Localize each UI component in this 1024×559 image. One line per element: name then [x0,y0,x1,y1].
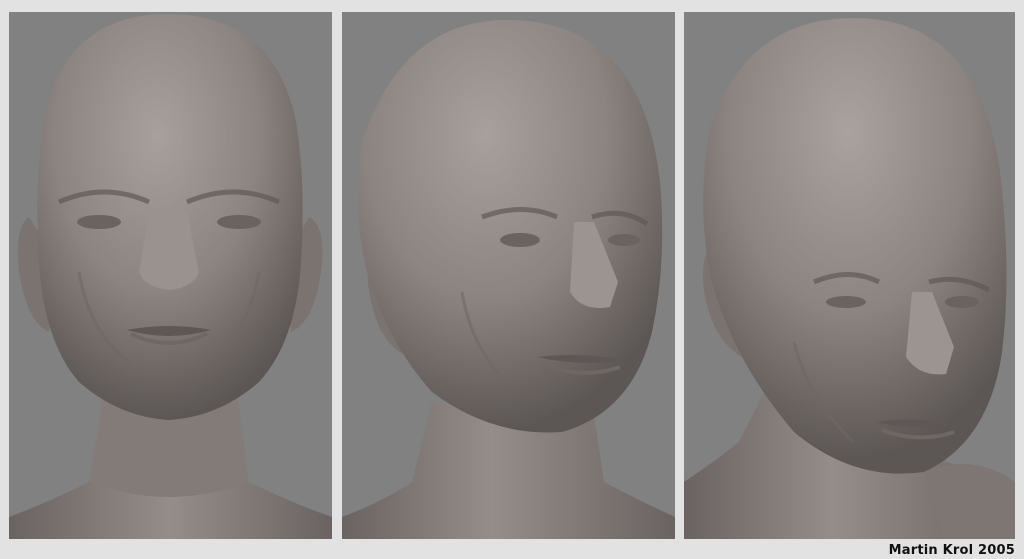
sculpt-render-three-quarter [342,12,675,539]
head-sculpt-three-quarter-down [684,18,1015,539]
head-sculpt-front [9,14,332,539]
artist-credit: Martin Krol 2005 [888,543,1015,558]
sculpt-render-three-quarter-down [684,12,1015,539]
sculpt-render-front [9,12,332,539]
head-sculpt-three-quarter [342,20,675,539]
